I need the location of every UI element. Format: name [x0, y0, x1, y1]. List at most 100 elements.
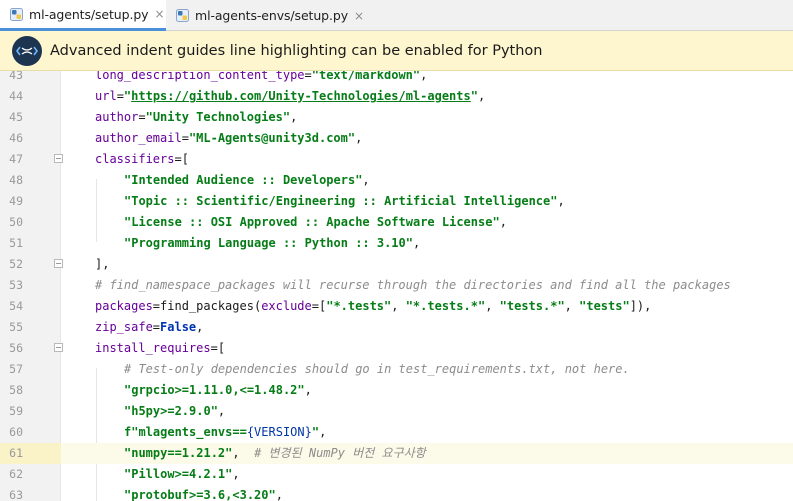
punctuation: ,: [557, 194, 565, 208]
line-number: 57: [9, 362, 23, 376]
code-line[interactable]: 60 f"mlagents_envs=={VERSION}",: [0, 422, 793, 443]
line-number: 54: [9, 299, 23, 313]
punctuation: ],: [95, 257, 110, 271]
code-editor[interactable]: 43 long_description_content_type="text/m…: [0, 71, 793, 501]
code-text: "Topic :: Scientific/Engineering :: Arti…: [124, 191, 565, 212]
punctuation: ,: [304, 383, 312, 397]
keyword-arg: author_email: [95, 131, 182, 145]
string-literal: "*.tests": [326, 299, 392, 313]
line-number: 53: [9, 278, 23, 292]
string-literal: "*.tests.*": [405, 299, 486, 313]
string-literal: "h5py>=2.9.0": [124, 404, 218, 418]
code-comment: # Test-only dependencies should go in te…: [124, 362, 630, 376]
close-tab-icon[interactable]: ×: [154, 7, 164, 21]
line-number: 47: [9, 152, 23, 166]
code-text: author_email="ML-Agents@unity3d.com",: [95, 128, 362, 149]
keyword-arg: exclude: [261, 299, 312, 313]
line-number: 59: [9, 404, 23, 418]
operator: =: [152, 299, 161, 313]
code-line[interactable]: 51 "Programming Language :: Python :: 3.…: [0, 233, 793, 254]
string-literal: "protobuf>=3.6,<3.20": [124, 488, 276, 501]
code-line[interactable]: 54 packages=find_packages(exclude=["*.te…: [0, 296, 793, 317]
punctuation: ,: [362, 173, 370, 187]
punctuation: ,: [412, 236, 421, 250]
plugin-logo-icon: [12, 36, 42, 66]
string-literal: "ML-Agents@unity3d.com": [188, 131, 356, 145]
operator: =: [152, 320, 161, 334]
string-literal: "grpcio>=1.11.0,<=1.48.2": [124, 383, 305, 397]
fstring-expression: {VERSION}: [246, 425, 312, 439]
url-link[interactable]: https://github.com/Unity-Technologies/ml…: [131, 89, 471, 103]
code-line[interactable]: 46 author_email="ML-Agents@unity3d.com",: [0, 128, 793, 149]
punctuation: ,: [391, 299, 406, 313]
code-line[interactable]: 52 ],: [0, 254, 793, 275]
code-text: "Programming Language :: Python :: 3.10"…: [124, 233, 420, 254]
fold-marker-icon[interactable]: [54, 259, 63, 268]
line-number: 63: [9, 488, 23, 501]
fstring-literal: ": [311, 425, 320, 439]
code-text: "Pillow>=4.2.1",: [124, 464, 240, 485]
string-literal: "Intended Audience :: Developers": [124, 173, 363, 187]
code-line[interactable]: 57 # Test-only dependencies should go in…: [0, 359, 793, 380]
fstring-literal: f"mlagents_envs==: [124, 425, 247, 439]
code-line[interactable]: 62 "Pillow>=4.2.1",: [0, 464, 793, 485]
line-number: 48: [9, 173, 23, 187]
punctuation: ,: [420, 71, 428, 82]
keyword-arg: classifiers: [95, 152, 175, 166]
tab-label: ml-agents-envs/setup.py: [195, 8, 348, 23]
code-text: # find_namespace_packages will recurse t…: [95, 275, 731, 296]
line-number: 55: [9, 320, 23, 334]
punctuation: ,: [319, 425, 327, 439]
notification-banner: Advanced indent guides line highlighting…: [0, 31, 793, 71]
code-text: f"mlagents_envs=={VERSION}",: [124, 422, 326, 443]
punctuation: ,: [275, 488, 283, 501]
punctuation: ,: [485, 299, 500, 313]
code-text: install_requires=[: [95, 338, 225, 359]
fold-marker-icon[interactable]: [54, 343, 63, 352]
code-text: url= "https://github.com/Unity-Technologi…: [95, 86, 485, 107]
punctuation: [: [217, 341, 226, 355]
code-line[interactable]: 48 "Intended Audience :: Developers",: [0, 170, 793, 191]
line-number: 61: [9, 446, 23, 460]
boolean-literal: False: [160, 320, 197, 334]
code-line[interactable]: 43 long_description_content_type="text/m…: [0, 71, 793, 86]
punctuation: ,: [232, 467, 240, 481]
line-number: 43: [9, 71, 23, 82]
code-text: "License :: OSI Approved :: Apache Softw…: [124, 212, 507, 233]
code-line[interactable]: 56 install_requires=[: [0, 338, 793, 359]
operator: =: [116, 89, 124, 103]
fold-marker-icon[interactable]: [54, 154, 63, 163]
line-number: 45: [9, 110, 23, 124]
code-line[interactable]: 53 # find_namespace_packages will recurs…: [0, 275, 793, 296]
punctuation: ,: [196, 320, 204, 334]
code-line[interactable]: 45 author="Unity Technologies",: [0, 107, 793, 128]
code-line[interactable]: 47 classifiers=[: [0, 149, 793, 170]
keyword-arg: install_requires: [95, 341, 211, 355]
punctuation: ,: [564, 299, 580, 313]
code-line-current[interactable]: 61 "numpy==1.21.2", # 변경된 NumPy 버전 요구사항: [0, 443, 793, 464]
banner-message: Advanced indent guides line highlighting…: [50, 43, 543, 59]
code-line[interactable]: 59 "h5py>=2.9.0",: [0, 401, 793, 422]
code-line[interactable]: 50 "License :: OSI Approved :: Apache So…: [0, 212, 793, 233]
operator: =: [174, 152, 182, 166]
tab-ml-agents-envs-setup[interactable]: ml-agents-envs/setup.py ×: [166, 0, 366, 31]
code-line[interactable]: 49 "Topic :: Scientific/Engineering :: A…: [0, 191, 793, 212]
code-text: "protobuf>=3.6,<3.20",: [124, 485, 283, 501]
code-text: author="Unity Technologies",: [95, 107, 297, 128]
line-number: 60: [9, 425, 23, 439]
code-line[interactable]: 58 "grpcio>=1.11.0,<=1.48.2",: [0, 380, 793, 401]
punctuation: [: [181, 152, 189, 166]
punctuation: ,: [355, 131, 363, 145]
code-text: long_description_content_type="text/mark…: [95, 71, 427, 86]
close-tab-icon[interactable]: ×: [354, 9, 364, 23]
code-line[interactable]: 55 zip_safe=False,: [0, 317, 793, 338]
tab-ml-agents-setup[interactable]: ml-agents/setup.py ×: [0, 0, 166, 31]
code-text: "Intended Audience :: Developers",: [124, 170, 370, 191]
code-text: classifiers=[: [95, 149, 189, 170]
line-number: 44: [9, 89, 23, 103]
code-comment: # 변경된 NumPy 버전 요구사항: [254, 446, 426, 460]
code-line[interactable]: 63 "protobuf>=3.6,<3.20",: [0, 485, 793, 501]
line-number: 56: [9, 341, 23, 355]
function-call: find_packages(: [160, 299, 262, 313]
code-line[interactable]: 44 url= "https://github.com/Unity-Technol…: [0, 86, 793, 107]
